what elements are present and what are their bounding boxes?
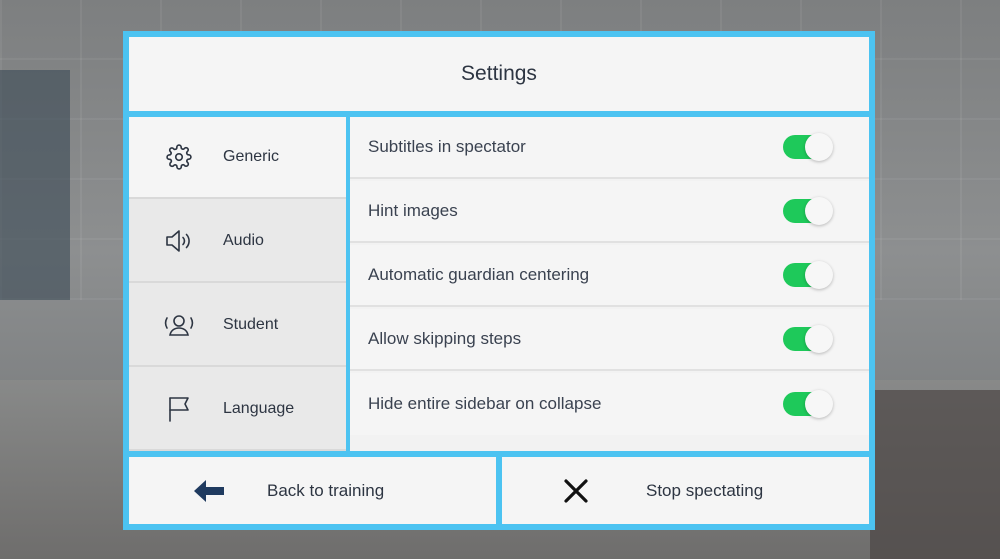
toggle-knob <box>805 325 833 353</box>
close-icon <box>564 478 590 503</box>
setting-row-hint-images: Hint images <box>350 181 869 243</box>
setting-row-hide-sidebar: Hide entire sidebar on collapse <box>350 373 869 435</box>
sidebar-item-label: Generic <box>223 148 280 165</box>
hint-images-toggle[interactable] <box>783 197 833 225</box>
toggle-knob <box>805 197 833 225</box>
page-title: Settings <box>461 62 537 85</box>
guardian-centering-toggle[interactable] <box>783 261 833 289</box>
stop-spectating-button[interactable]: Stop spectating <box>502 457 869 524</box>
toggle-knob <box>805 261 833 289</box>
settings-content: Subtitles in spectator Hint images Autom… <box>350 117 869 451</box>
arrow-left-icon <box>194 479 228 502</box>
setting-label: Subtitles in spectator <box>368 137 526 156</box>
flag-icon <box>159 394 199 424</box>
sidebar-item-language[interactable]: Language <box>129 369 346 451</box>
setting-label: Hint images <box>368 201 458 220</box>
user-icon <box>159 310 199 340</box>
skip-steps-toggle[interactable] <box>783 325 833 353</box>
background-screen <box>0 70 70 300</box>
dialog-header: Settings <box>129 37 869 111</box>
setting-row-guardian-centering: Automatic guardian centering <box>350 245 869 307</box>
setting-row-subtitles: Subtitles in spectator <box>350 117 869 179</box>
toggle-knob <box>805 390 833 418</box>
settings-sidebar: Generic Audio Student Language <box>129 117 346 451</box>
background-floor-shadow <box>870 390 1000 559</box>
subtitles-toggle[interactable] <box>783 133 833 161</box>
sidebar-item-label: Language <box>223 400 295 417</box>
setting-label: Allow skipping steps <box>368 329 522 348</box>
setting-label: Automatic guardian centering <box>368 265 590 284</box>
setting-row-skip-steps: Allow skipping steps <box>350 309 869 371</box>
gear-icon <box>159 142 199 172</box>
back-to-training-label: Back to training <box>267 480 385 500</box>
toggle-knob <box>805 133 833 161</box>
settings-dialog: Settings Generic Audio Student Language … <box>123 31 875 530</box>
sidebar-item-generic[interactable]: Generic <box>129 117 346 199</box>
sidebar-item-label: Student <box>223 316 279 333</box>
sidebar-item-audio[interactable]: Audio <box>129 201 346 283</box>
speaker-icon <box>159 226 199 256</box>
sidebar-item-student[interactable]: Student <box>129 285 346 367</box>
hide-sidebar-toggle[interactable] <box>783 390 833 418</box>
stop-spectating-label: Stop spectating <box>646 480 764 500</box>
setting-label: Hide entire sidebar on collapse <box>368 394 602 413</box>
back-to-training-button[interactable]: Back to training <box>129 457 496 524</box>
sidebar-item-label: Audio <box>223 232 264 249</box>
